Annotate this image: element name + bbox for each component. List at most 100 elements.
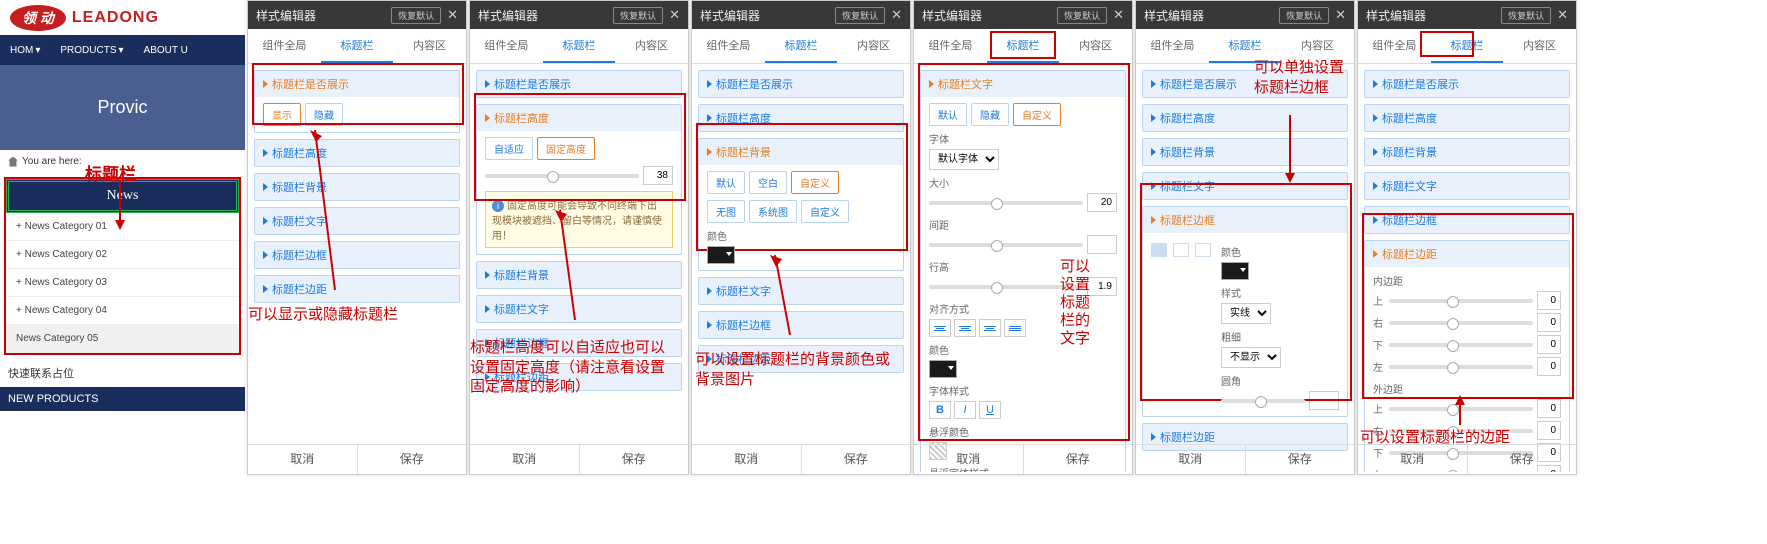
pad-right-input[interactable]	[1537, 313, 1561, 332]
cancel-button[interactable]: 取消	[248, 445, 357, 474]
section-header-bg[interactable]: 标题栏背景	[255, 174, 459, 200]
bg-blank-button[interactable]: 空白	[749, 171, 787, 194]
list-item[interactable]: + News Category 04	[6, 297, 239, 325]
list-item[interactable]: + News Category 02	[6, 241, 239, 269]
section-header-bg[interactable]: 标题栏背景	[477, 262, 681, 288]
italic-icon[interactable]: I	[954, 401, 976, 419]
cancel-button[interactable]: 取消	[470, 445, 579, 474]
reset-button[interactable]: 恢复默认	[1057, 7, 1107, 24]
tab-titlebar[interactable]: 标题栏	[543, 29, 616, 63]
spacing-input[interactable]	[1087, 235, 1117, 254]
section-header-text[interactable]: 标题栏文字	[1143, 173, 1347, 199]
tab-content[interactable]: 内容区	[1503, 29, 1576, 63]
section-header-bg[interactable]: 标题栏背景	[1143, 139, 1347, 165]
bg-custom2-button[interactable]: 自定义	[801, 200, 849, 223]
reset-button[interactable]: 恢复默认	[1279, 7, 1329, 24]
spacing-slider[interactable]	[929, 243, 1083, 247]
bg-none-button[interactable]: 无图	[707, 200, 745, 223]
text-default-button[interactable]: 默认	[929, 103, 967, 126]
save-button[interactable]: 保存	[1245, 445, 1355, 474]
mar-top-slider[interactable]	[1389, 407, 1533, 411]
size-input[interactable]	[1087, 193, 1117, 212]
pad-top-input[interactable]	[1537, 291, 1561, 310]
pad-left-slider[interactable]	[1389, 365, 1533, 369]
close-icon[interactable]: ✕	[447, 7, 458, 23]
section-header-text[interactable]: 标题栏文字	[921, 71, 1125, 97]
align-center-icon[interactable]	[954, 319, 976, 337]
text-custom-button[interactable]: 自定义	[1013, 103, 1061, 126]
underline-icon[interactable]: U	[979, 401, 1001, 419]
reset-button[interactable]: 恢复默认	[391, 7, 441, 24]
section-header-height[interactable]: 标题栏高度	[255, 140, 459, 166]
section-header-height[interactable]: 标题栏高度	[1365, 105, 1569, 131]
save-button[interactable]: 保存	[1023, 445, 1133, 474]
align-left-icon[interactable]	[929, 319, 951, 337]
hide-button[interactable]: 隐藏	[305, 103, 343, 126]
border-thick-select[interactable]: 不显示	[1221, 347, 1281, 368]
cancel-button[interactable]: 取消	[692, 445, 801, 474]
cancel-button[interactable]: 取消	[1136, 445, 1245, 474]
tab-global[interactable]: 组件全局	[692, 29, 765, 63]
close-icon[interactable]: ✕	[891, 7, 902, 23]
section-header-height[interactable]: 标题栏高度	[699, 105, 903, 131]
section-header-height[interactable]: 标题栏高度	[1143, 105, 1347, 131]
section-header-bg[interactable]: 标题栏背景	[699, 139, 903, 165]
section-header-show[interactable]: 标题栏是否展示	[255, 71, 459, 97]
tab-content[interactable]: 内容区	[837, 29, 910, 63]
section-header-bg[interactable]: 标题栏背景	[1365, 139, 1569, 165]
size-slider[interactable]	[929, 201, 1083, 205]
text-color-picker[interactable]	[929, 360, 957, 378]
tab-content[interactable]: 内容区	[393, 29, 466, 63]
pad-top-slider[interactable]	[1389, 299, 1533, 303]
tab-titlebar[interactable]: 标题栏	[1431, 29, 1504, 63]
close-icon[interactable]: ✕	[669, 7, 680, 23]
section-header-show[interactable]: 标题栏是否展示	[1365, 71, 1569, 97]
close-icon[interactable]: ✕	[1113, 7, 1124, 23]
text-hide-button[interactable]: 隐藏	[971, 103, 1009, 126]
height-slider[interactable]	[485, 174, 639, 178]
height-fixed-button[interactable]: 固定高度	[537, 137, 595, 160]
align-right-icon[interactable]	[979, 319, 1001, 337]
bg-sys-button[interactable]: 系统图	[749, 200, 797, 223]
bg-default-button[interactable]: 默认	[707, 171, 745, 194]
font-select[interactable]: 默认字体	[929, 149, 999, 170]
tab-global[interactable]: 组件全局	[470, 29, 543, 63]
pad-right-slider[interactable]	[1389, 321, 1533, 325]
save-button[interactable]: 保存	[579, 445, 689, 474]
section-header-border[interactable]: 标题栏边框	[1143, 207, 1347, 233]
close-icon[interactable]: ✕	[1335, 7, 1346, 23]
height-input[interactable]	[643, 166, 673, 185]
tab-global[interactable]: 组件全局	[248, 29, 321, 63]
section-header-show[interactable]: 标题栏是否展示	[477, 71, 681, 97]
section-header-border[interactable]: 标题栏边框	[699, 312, 903, 338]
mar-top-input[interactable]	[1537, 399, 1561, 418]
list-item[interactable]: News Category 05	[6, 325, 239, 353]
list-item[interactable]: + News Category 03	[6, 269, 239, 297]
show-button[interactable]: 显示	[263, 103, 301, 126]
save-button[interactable]: 保存	[1467, 445, 1577, 474]
bg-custom-button[interactable]: 自定义	[791, 171, 839, 194]
tab-titlebar[interactable]: 标题栏	[321, 29, 394, 63]
bg-color-picker[interactable]	[707, 246, 735, 264]
close-icon[interactable]: ✕	[1557, 7, 1568, 23]
pad-bottom-input[interactable]	[1537, 335, 1561, 354]
tab-titlebar[interactable]: 标题栏	[987, 29, 1060, 63]
bold-icon[interactable]: B	[929, 401, 951, 419]
tab-global[interactable]: 组件全局	[1136, 29, 1209, 63]
section-header-margin[interactable]: 标题栏边距	[255, 276, 459, 302]
tab-content[interactable]: 内容区	[1059, 29, 1132, 63]
save-button[interactable]: 保存	[801, 445, 911, 474]
cancel-button[interactable]: 取消	[1358, 445, 1467, 474]
pad-left-input[interactable]	[1537, 357, 1561, 376]
pad-bottom-slider[interactable]	[1389, 343, 1533, 347]
border-color-picker[interactable]	[1221, 262, 1249, 280]
tab-titlebar[interactable]: 标题栏	[765, 29, 838, 63]
height-auto-button[interactable]: 自适应	[485, 137, 533, 160]
section-header-text[interactable]: 标题栏文字	[255, 208, 459, 234]
cancel-button[interactable]: 取消	[914, 445, 1023, 474]
save-button[interactable]: 保存	[357, 445, 467, 474]
list-item[interactable]: + News Category 01	[6, 213, 239, 241]
radius-input[interactable]	[1309, 391, 1339, 410]
section-header-text[interactable]: 标题栏文字	[1365, 173, 1569, 199]
border-side-selector[interactable]	[1151, 243, 1211, 288]
